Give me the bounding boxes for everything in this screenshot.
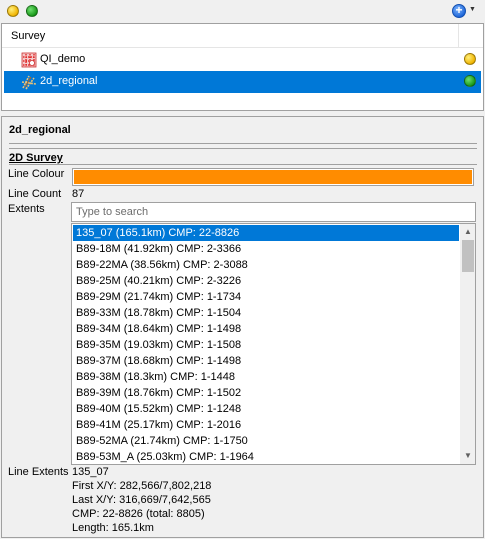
list-item[interactable]: B89-38M (18.3km) CMP: 1-1448 bbox=[73, 369, 459, 385]
line-extents-cmp: CMP: 22-8826 (total: 8805) bbox=[72, 508, 205, 520]
list-item[interactable]: B89-41M (25.17km) CMP: 1-2016 bbox=[73, 417, 459, 433]
line-extents-length: Length: 165.1km bbox=[72, 522, 154, 534]
line-count-value: 87 bbox=[72, 188, 85, 200]
divider bbox=[9, 143, 477, 144]
list-item[interactable]: B89-22MA (38.56km) CMP: 2-3088 bbox=[73, 257, 459, 273]
line-search-input[interactable] bbox=[71, 202, 476, 222]
toolbar: + ▼ bbox=[0, 0, 485, 22]
list-item[interactable]: B89-39M (18.76km) CMP: 1-1502 bbox=[73, 385, 459, 401]
scrollbar-thumb[interactable] bbox=[462, 240, 474, 272]
status-yellow-icon[interactable] bbox=[7, 5, 19, 17]
tree-row-qi-demo[interactable]: QI_demo bbox=[4, 49, 481, 71]
tree-header: Survey bbox=[2, 24, 483, 48]
panel-title: 2d_regional bbox=[9, 124, 71, 136]
line-extents-label: Line Extents bbox=[8, 466, 69, 478]
line-extents-name: 135_07 bbox=[72, 466, 109, 478]
list-item[interactable]: B89-40M (15.52km) CMP: 1-1248 bbox=[73, 401, 459, 417]
list-item[interactable]: B89-34M (18.64km) CMP: 1-1498 bbox=[73, 321, 459, 337]
line-colour-swatch bbox=[74, 170, 472, 184]
status-green-icon bbox=[464, 75, 476, 87]
list-item[interactable]: B89-37M (18.68km) CMP: 1-1498 bbox=[73, 353, 459, 369]
2d-survey-icon bbox=[21, 75, 37, 90]
column-divider[interactable] bbox=[458, 24, 459, 48]
divider bbox=[9, 148, 477, 149]
survey-column-header[interactable]: Survey bbox=[11, 30, 45, 42]
divider bbox=[9, 164, 477, 165]
3d-survey-icon bbox=[21, 52, 37, 68]
extents-label: Extents bbox=[8, 203, 45, 215]
line-extents-first-xy: First X/Y: 282,566/7,802,218 bbox=[72, 480, 212, 492]
list-scrollbar[interactable]: ▲ ▼ bbox=[460, 224, 475, 464]
list-item[interactable]: B89-53M_A (25.03km) CMP: 1-1964 bbox=[73, 449, 459, 464]
line-colour-label: Line Colour bbox=[8, 168, 65, 180]
chevron-down-icon[interactable]: ▼ bbox=[469, 6, 476, 13]
line-list[interactable]: 135_07 (165.1km) CMP: 22-8826 B89-18M (4… bbox=[71, 223, 476, 465]
tree-row-label: 2d_regional bbox=[40, 75, 98, 87]
list-item[interactable]: 135_07 (165.1km) CMP: 22-8826 bbox=[73, 225, 459, 241]
section-title: 2D Survey bbox=[9, 152, 63, 164]
list-item[interactable]: B89-35M (19.03km) CMP: 1-1508 bbox=[73, 337, 459, 353]
list-item[interactable]: B89-52MA (21.74km) CMP: 1-1750 bbox=[73, 433, 459, 449]
status-green-icon[interactable] bbox=[26, 5, 38, 17]
tree-row-label: QI_demo bbox=[40, 53, 86, 65]
line-extents-last-xy: Last X/Y: 316,669/7,642,565 bbox=[72, 494, 211, 506]
list-item[interactable]: B89-18M (41.92km) CMP: 2-3366 bbox=[73, 241, 459, 257]
tree-row-2d-regional[interactable]: 2d_regional bbox=[4, 71, 481, 93]
line-count-label: Line Count bbox=[8, 188, 62, 200]
list-item[interactable]: B89-33M (18.78km) CMP: 1-1504 bbox=[73, 305, 459, 321]
list-item[interactable]: B89-29M (21.74km) CMP: 1-1734 bbox=[73, 289, 459, 305]
line-colour-picker[interactable] bbox=[72, 168, 474, 186]
survey-details-panel: 2d_regional 2D Survey Line Colour Line C… bbox=[1, 116, 484, 538]
status-yellow-icon bbox=[464, 53, 476, 65]
list-item[interactable]: B89-25M (40.21km) CMP: 2-3226 bbox=[73, 273, 459, 289]
add-survey-button[interactable]: + bbox=[452, 4, 466, 18]
scroll-down-arrow-icon[interactable]: ▼ bbox=[460, 448, 475, 464]
scroll-up-arrow-icon[interactable]: ▲ bbox=[460, 224, 475, 240]
survey-tree: Survey QI_demo 2d_regional bbox=[1, 23, 484, 111]
